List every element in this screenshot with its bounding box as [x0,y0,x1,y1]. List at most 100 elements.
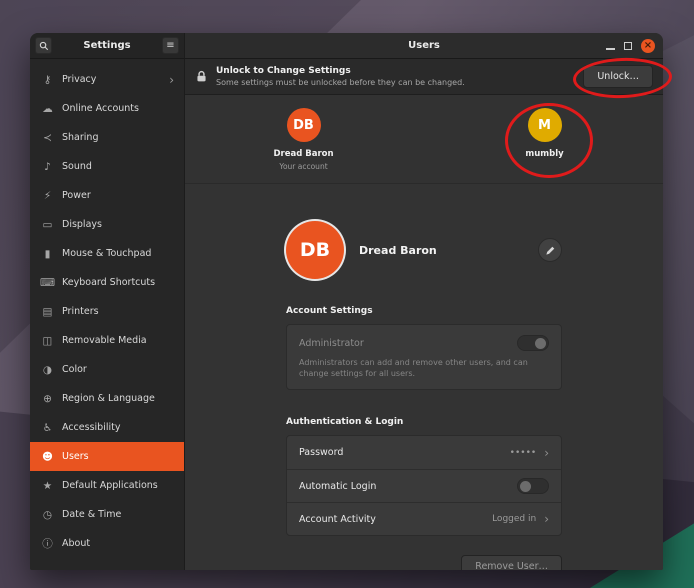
keyboard-icon: ⌨ [40,277,55,289]
globe-icon: ⊕ [40,393,55,405]
sidebar-header: Settings ≡ [30,33,185,59]
sidebar-item-label: About [62,538,90,549]
sidebar-item-label: Printers [62,306,99,317]
sidebar-item-online-accounts[interactable]: ☁ Online Accounts [30,94,184,123]
search-icon [39,41,49,51]
sidebar-title: Settings [52,40,162,51]
automatic-login-toggle[interactable] [517,478,549,494]
sidebar-item-accessibility[interactable]: ♿ Accessibility [30,413,184,442]
password-row[interactable]: Password ••••• › [287,436,561,469]
sidebar-item-sound[interactable]: ♪ Sound [30,152,184,181]
sidebar-item-label: Sound [62,161,92,172]
display-icon: ▭ [40,219,55,231]
account-settings-header: Account Settings [286,306,562,316]
mouse-icon: ▮ [40,248,55,260]
toggle-knob [520,481,531,492]
auth-login-header: Authentication & Login [286,417,562,427]
toggle-knob [535,338,546,349]
sidebar-item-printers[interactable]: ▤ Printers [30,297,184,326]
minimize-button[interactable] [606,48,615,50]
sidebar-item-label: Region & Language [62,393,155,404]
automatic-login-label: Automatic Login [299,481,376,492]
auth-card: Password ••••• › Automatic Login [286,435,562,536]
carousel-user-dread-baron[interactable]: DB Dread Baron Your account [261,108,347,183]
unlock-title: Unlock to Change Settings [216,66,465,76]
sidebar-item-label: Online Accounts [62,103,139,114]
main-titlebar: Users × [185,33,663,59]
sidebar-item-label: Color [62,364,87,375]
window-controls: × [606,33,655,59]
administrator-toggle[interactable] [517,335,549,351]
profile-avatar: DB [286,221,344,279]
sidebar-item-label: Keyboard Shortcuts [62,277,155,288]
sidebar-item-label: Removable Media [62,335,147,346]
carousel-user-subtitle: Your account [279,162,327,171]
sidebar-item-label: Privacy [62,74,96,85]
clock-icon: ◷ [40,509,55,521]
pencil-icon [545,245,556,256]
account-panel: DB Dread Baron Account Settings A [185,184,663,570]
account-panel-inner: DB Dread Baron Account Settings A [286,184,562,570]
unlock-button[interactable]: Unlock… [583,65,653,88]
unlock-banner: Unlock to Change Settings Some settings … [185,59,663,95]
administrator-row: Administrator [299,335,549,351]
remove-user-row: Remove User… [286,555,562,570]
info-icon: ⓘ [40,536,55,551]
sidebar-item-label: Date & Time [62,509,121,520]
speaker-icon: ♪ [40,161,55,173]
sidebar-item-label: Displays [62,219,102,230]
sidebar-item-label: Mouse & Touchpad [62,248,151,259]
accessibility-icon: ♿ [40,422,55,434]
sidebar-item-mouse-touchpad[interactable]: ▮ Mouse & Touchpad [30,239,184,268]
users-panel: Unlock to Change Settings Some settings … [185,59,663,570]
sidebar-item-displays[interactable]: ▭ Displays [30,210,184,239]
search-button[interactable] [35,37,52,54]
menu-button[interactable]: ≡ [162,37,179,54]
automatic-login-row: Automatic Login [287,469,561,502]
sidebar-item-default-applications[interactable]: ★ Default Applications [30,471,184,500]
sidebar-item-date-time[interactable]: ◷ Date & Time [30,500,184,529]
titlebar: Settings ≡ Users × [30,33,663,59]
profile-row: DB Dread Baron [286,221,562,279]
remove-user-button[interactable]: Remove User… [461,555,562,570]
account-activity-row[interactable]: Account Activity Logged in › [287,502,561,535]
sidebar-item-color[interactable]: ◑ Color [30,355,184,384]
maximize-button[interactable] [624,42,632,50]
window-body: ⚷ Privacy › ☁ Online Accounts ≺ Sharing … [30,59,663,570]
lock-icon: ⚷ [40,74,55,86]
sidebar-item-label: Sharing [62,132,98,143]
edit-name-button[interactable] [538,238,562,262]
sidebar-item-label: Power [62,190,91,201]
profile-name: Dread Baron [359,244,437,257]
password-label: Password [299,447,343,458]
lock-icon [195,70,208,83]
settings-window: Settings ≡ Users × ⚷ Privacy › ☁ Online … [30,33,663,570]
sidebar-item-label: Default Applications [62,480,158,491]
sidebar-item-about[interactable]: ⓘ About [30,529,184,558]
chevron-right-icon: › [544,446,549,460]
close-button[interactable]: × [641,39,655,53]
sidebar-item-power[interactable]: ⚡ Power [30,181,184,210]
sidebar-item-privacy[interactable]: ⚷ Privacy › [30,65,184,94]
sidebar-item-label: Users [62,451,89,462]
media-icon: ◫ [40,335,55,347]
password-value: ••••• [510,448,537,458]
sidebar-nav: ⚷ Privacy › ☁ Online Accounts ≺ Sharing … [30,59,185,570]
avatar: DB [287,108,321,142]
account-activity-value: Logged in [492,514,536,524]
desktop-background: Settings ≡ Users × ⚷ Privacy › ☁ Online … [0,0,694,588]
user-carousel: DB Dread Baron Your account M mumbly [185,95,663,184]
window-title: Users [408,40,440,51]
sidebar-item-keyboard-shortcuts[interactable]: ⌨ Keyboard Shortcuts [30,268,184,297]
sidebar-item-removable-media[interactable]: ◫ Removable Media [30,326,184,355]
sidebar-item-sharing[interactable]: ≺ Sharing [30,123,184,152]
carousel-user-mumbly[interactable]: M mumbly [502,108,588,183]
administrator-card: Administrator Administrators can add and… [286,324,562,390]
sidebar-item-region-language[interactable]: ⊕ Region & Language [30,384,184,413]
chevron-right-icon: › [544,512,549,526]
battery-icon: ⚡ [40,190,55,202]
sidebar-item-users[interactable]: ☻ Users [30,442,184,471]
carousel-user-name: Dread Baron [273,149,333,159]
password-right: ••••• › [510,446,549,460]
unlock-subtitle: Some settings must be unlocked before th… [216,78,465,87]
